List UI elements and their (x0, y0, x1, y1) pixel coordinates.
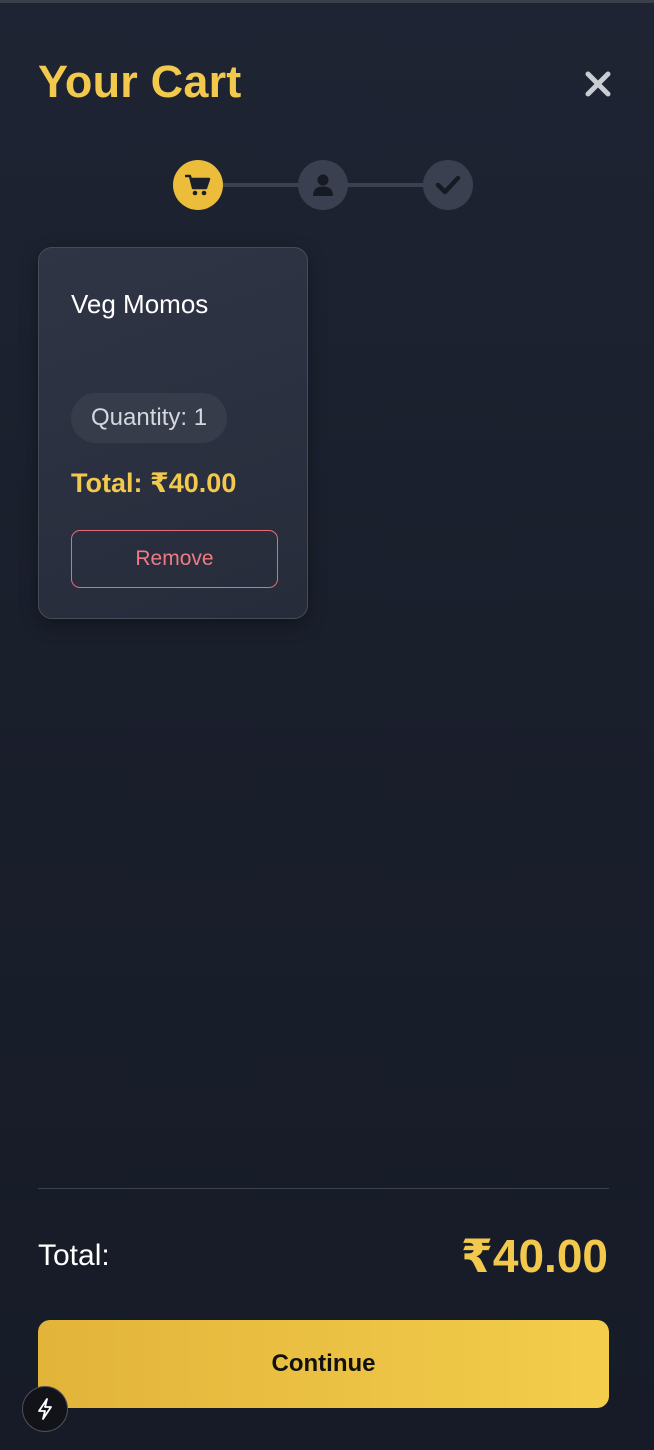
quantity-badge: Quantity: 1 (71, 393, 228, 443)
stepper-connector (346, 183, 426, 187)
item-name: Veg Momos (71, 289, 209, 319)
lightning-icon (38, 1398, 52, 1420)
checkout-stepper (173, 160, 473, 210)
cart-header: Your Cart (38, 54, 616, 110)
cart-item-card: Veg Momos Quantity: 1 Total: ₹40.00 Remo… (38, 247, 308, 619)
order-total-value: ₹40.00 (460, 1230, 608, 1282)
check-icon (435, 175, 461, 195)
step-cart[interactable] (173, 160, 223, 210)
summary-divider (38, 1188, 609, 1189)
stepper-connector (221, 183, 301, 187)
page-title: Your Cart (38, 56, 242, 107)
top-border (0, 0, 654, 3)
user-icon (313, 174, 333, 196)
step-user[interactable] (298, 160, 348, 210)
dev-tools-button[interactable] (22, 1386, 68, 1432)
close-icon (585, 71, 611, 97)
item-total: Total: ₹40.00 (71, 468, 237, 498)
close-button[interactable] (580, 66, 616, 102)
order-total-label: Total: (38, 1239, 110, 1272)
cart-icon (185, 174, 211, 196)
remove-button[interactable]: Remove (71, 530, 278, 588)
continue-button[interactable]: Continue (38, 1320, 609, 1408)
step-confirm[interactable] (423, 160, 473, 210)
